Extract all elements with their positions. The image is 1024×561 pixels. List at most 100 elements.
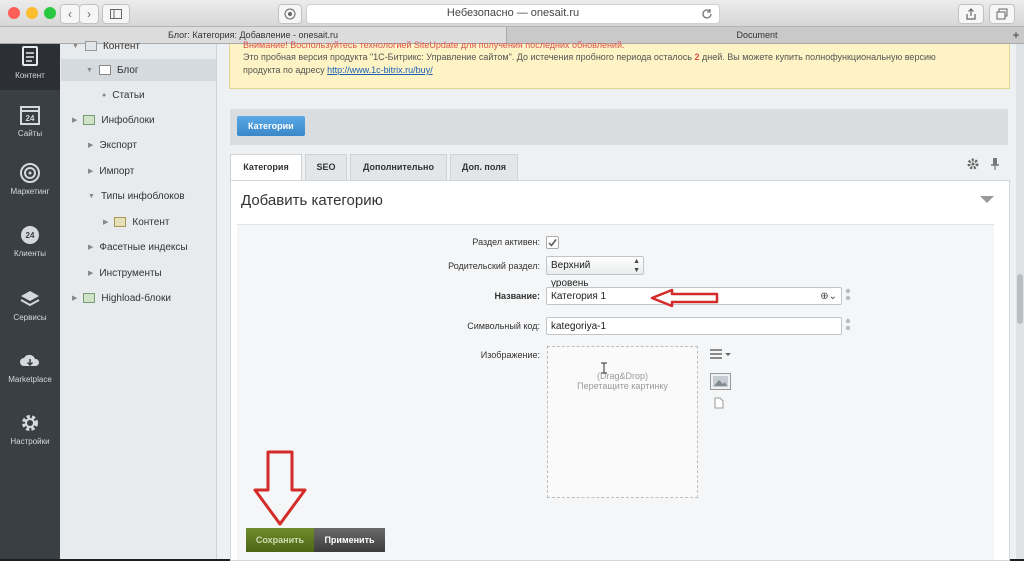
code-label: Символьный код: <box>467 321 540 331</box>
sidebar-item-marketing[interactable]: Маркетинг <box>0 162 60 220</box>
tree-item-tools[interactable]: ▶ Инструменты <box>88 262 162 284</box>
expand-arrow-icon[interactable]: ▶ <box>88 269 93 277</box>
share-icon <box>966 8 976 20</box>
sidebar-item-label: Контент <box>15 71 45 80</box>
collapse-triangle-icon[interactable] <box>980 196 994 204</box>
tree-item-facet-indexes[interactable]: ▶ Фасетные индексы <box>88 236 188 258</box>
buy-link[interactable]: http://www.1c-bitrix.ru/buy/ <box>327 65 433 75</box>
expand-arrow-icon[interactable]: ▶ <box>88 167 93 175</box>
settings-gear-icon[interactable] <box>967 158 979 170</box>
calendar-24-icon: 24 <box>20 106 40 125</box>
tree-item-content-type[interactable]: ▶ Контент <box>103 211 169 233</box>
browser-toolbar: ‹ › Небезопасно — onesait.ru <box>0 0 1024 27</box>
expand-arrow-icon[interactable]: ▶ <box>72 116 77 124</box>
scrollbar-thumb[interactable] <box>1017 274 1023 324</box>
tab-additional[interactable]: Дополнительно <box>350 154 447 180</box>
tree-item-iblock-types[interactable]: ▼ Типы инфоблоков <box>88 185 185 207</box>
apply-button[interactable]: Применить <box>314 528 385 552</box>
breadcrumb-categories[interactable]: Категории <box>237 116 305 136</box>
expand-arrow-icon[interactable]: ▶ <box>88 243 93 251</box>
privacy-button[interactable] <box>278 4 302 24</box>
document-icon <box>22 46 38 66</box>
tree-item-import[interactable]: ▶ Импорт <box>88 160 134 182</box>
checkmark-icon <box>548 239 557 247</box>
bullet-icon: ● <box>102 91 107 99</box>
pin-icon[interactable] <box>990 157 1000 171</box>
chevron-right-icon: › <box>87 7 91 21</box>
back-button[interactable]: ‹ <box>60 4 80 24</box>
tree-item-export[interactable]: ▶ Экспорт <box>88 134 137 156</box>
sidebar-item-services[interactable]: Сервисы <box>0 288 60 346</box>
drag-handle-icon[interactable] <box>845 288 851 302</box>
page-icon <box>98 65 111 75</box>
active-checkbox[interactable] <box>546 236 559 249</box>
menu-lines-icon[interactable] <box>709 348 733 360</box>
expand-arrow-icon[interactable]: ▶ <box>88 141 93 149</box>
parent-select[interactable]: Верхний уровень ▲ ▼ <box>546 256 644 289</box>
forward-button[interactable]: › <box>79 4 99 24</box>
image-dropzone[interactable]: (Drag&Drop) Перетащите картинку <box>547 346 698 498</box>
tab-extra-fields[interactable]: Доп. поля <box>450 154 518 180</box>
tab-seo[interactable]: SEO <box>305 154 347 180</box>
annotation-arrow-icon <box>650 288 719 308</box>
minimize-window-icon[interactable] <box>26 7 38 19</box>
trial-notice: Внимание! Воспользуйтесь технологией Sit… <box>229 40 1010 89</box>
sidebar-item-label: Сайты <box>17 129 43 138</box>
tree-item-content[interactable]: ▼ Контент <box>72 35 140 57</box>
sidebar-toggle-button[interactable] <box>102 4 130 24</box>
expand-arrow-icon[interactable]: ▼ <box>86 67 93 74</box>
notice-trial-text: Это пробная версия продукта "1С-Битрикс:… <box>243 52 936 62</box>
drag-handle-icon[interactable] <box>845 318 851 332</box>
sidebar-item-label: Настройки <box>10 437 50 446</box>
sidebar-icon <box>110 9 122 19</box>
sidebar-item-label: Клиенты <box>13 249 47 258</box>
dropzone-hint-text: Перетащите картинку <box>577 381 668 391</box>
page-scrollbar[interactable] <box>1016 44 1024 559</box>
sidebar-item-settings[interactable]: Настройки <box>0 412 60 470</box>
parent-label: Родительский раздел: <box>448 261 540 271</box>
expand-arrow-icon[interactable]: ▶ <box>103 218 108 226</box>
code-input[interactable]: kategoriya-1 <box>546 317 842 335</box>
gear-icon <box>22 415 38 431</box>
cloud-download-icon <box>20 354 40 367</box>
sidebar-item-marketplace[interactable]: Marketplace <box>0 350 60 408</box>
tree-item-articles[interactable]: ● Статьи <box>102 84 145 106</box>
expand-arrow-icon[interactable]: ▼ <box>72 43 79 50</box>
share-button[interactable] <box>958 4 984 24</box>
folder-icon <box>114 217 127 227</box>
infoblocks-icon <box>83 115 96 125</box>
dropzone-hint: (Drag&Drop) <box>596 371 648 381</box>
tree-item-blog[interactable]: ▼ Блог <box>61 59 216 81</box>
image-icon[interactable] <box>710 373 731 390</box>
file-icon[interactable] <box>714 397 724 409</box>
new-tab-button[interactable]: + <box>1008 27 1024 43</box>
annotation-down-arrow-icon <box>253 450 307 526</box>
close-window-icon[interactable] <box>8 7 20 19</box>
notice-buy-text: продукта по адресу http://www.1c-bitrix.… <box>243 65 433 75</box>
sidebar-item-label: Сервисы <box>13 313 47 322</box>
expand-arrow-icon[interactable]: ▼ <box>88 193 95 200</box>
zoom-window-icon[interactable] <box>44 7 56 19</box>
sidebar-item-sites[interactable]: 24 Сайты <box>0 104 60 162</box>
translit-dropdown-icon[interactable]: ⊕⌄ <box>820 288 837 306</box>
sidebar-item-clients[interactable]: 24 Клиенты <box>0 224 60 282</box>
url-text: Небезопасно — onesait.ru <box>446 7 580 19</box>
sidebar-item-label: Marketplace <box>8 375 52 384</box>
tree-item-infoblocks[interactable]: ▶ Инфоблоки <box>72 109 155 131</box>
target-icon <box>20 163 40 183</box>
sidebar-item-content[interactable]: Контент <box>0 44 60 90</box>
sidebar-item-label: Маркетинг <box>10 187 50 196</box>
tab-category[interactable]: Категория <box>230 154 302 181</box>
active-label: Раздел активен: <box>472 237 540 247</box>
address-bar[interactable]: Небезопасно — onesait.ru <box>306 4 720 24</box>
chevron-left-icon: ‹ <box>68 7 72 21</box>
save-button[interactable]: Сохранить <box>246 528 314 552</box>
shield-icon <box>284 8 296 20</box>
form-title: Добавить категорию <box>241 192 383 209</box>
tabs-overview-button[interactable] <box>989 4 1015 24</box>
text-cursor-icon <box>601 362 607 374</box>
notice-warning: Внимание! Воспользуйтесь технологией Sit… <box>243 40 625 50</box>
reload-icon[interactable] <box>701 8 713 20</box>
tree-item-highload[interactable]: ▶ Highload-блоки <box>72 287 171 309</box>
expand-arrow-icon[interactable]: ▶ <box>72 294 77 302</box>
